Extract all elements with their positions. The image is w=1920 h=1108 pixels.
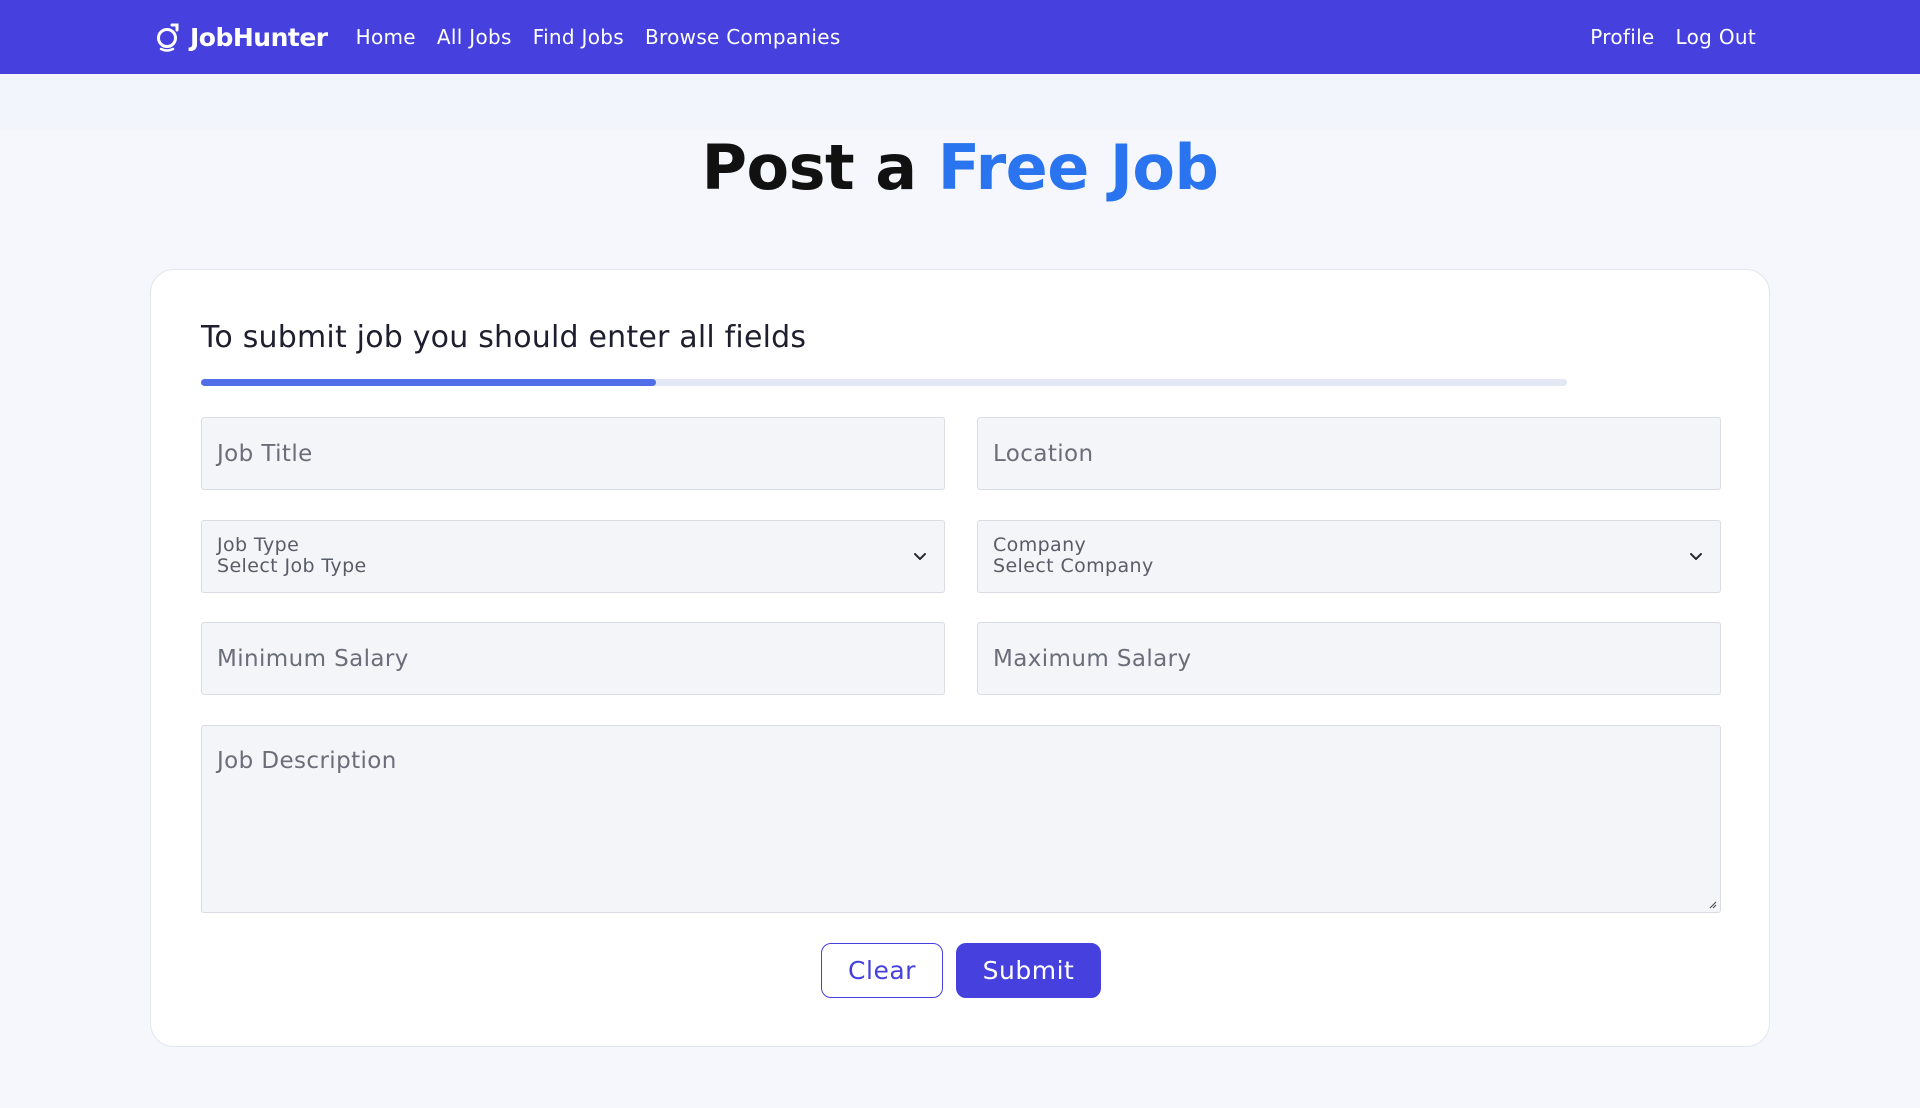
- job-type-label: Job Type: [217, 534, 300, 556]
- chevron-down-icon: [914, 553, 926, 560]
- brand-logo-link[interactable]: JobHunter: [155, 22, 328, 52]
- location-placeholder: Location: [993, 440, 1094, 467]
- location-input[interactable]: Location: [977, 417, 1721, 490]
- maximum-salary-input[interactable]: Maximum Salary: [977, 622, 1721, 695]
- form-progress-fill: [201, 379, 656, 386]
- page-title-accent: Free Job: [937, 131, 1219, 204]
- resize-grip-icon[interactable]: [1707, 899, 1717, 909]
- nav-link-all-jobs[interactable]: All Jobs: [437, 25, 512, 49]
- page-title-prefix: Post a: [701, 131, 938, 204]
- form-instructions: To submit job you should enter all field…: [201, 320, 807, 355]
- minimum-salary-placeholder: Minimum Salary: [217, 645, 409, 672]
- nav-link-find-jobs[interactable]: Find Jobs: [533, 25, 624, 49]
- job-title-input[interactable]: Job Title: [201, 417, 945, 490]
- form-progress-bar: [201, 379, 1567, 386]
- job-title-placeholder: Job Title: [217, 440, 313, 467]
- nav-link-profile[interactable]: Profile: [1590, 25, 1654, 49]
- company-value: Select Company: [993, 555, 1154, 577]
- job-type-value: Select Job Type: [217, 555, 367, 577]
- company-label: Company: [993, 534, 1087, 556]
- job-type-select[interactable]: Job Type Select Job Type: [201, 520, 945, 593]
- top-navbar: JobHunter Home All Jobs Find Jobs Browse…: [0, 0, 1920, 74]
- nav-link-log-out[interactable]: Log Out: [1676, 25, 1756, 49]
- submit-button[interactable]: Submit: [956, 943, 1101, 998]
- job-description-textarea[interactable]: Job Description: [201, 725, 1721, 913]
- nav-links: Home All Jobs Find Jobs Browse Companies: [356, 25, 862, 49]
- job-description-placeholder: Job Description: [217, 748, 397, 774]
- maximum-salary-placeholder: Maximum Salary: [993, 645, 1192, 672]
- clear-button[interactable]: Clear: [821, 943, 943, 998]
- nav-account-links: Profile Log Out: [1569, 25, 1756, 49]
- minimum-salary-input[interactable]: Minimum Salary: [201, 622, 945, 695]
- hero-band: [0, 74, 1920, 130]
- company-select[interactable]: Company Select Company: [977, 520, 1721, 593]
- nav-link-home[interactable]: Home: [356, 25, 416, 49]
- jobhunter-logo-icon: [157, 23, 179, 52]
- chevron-down-icon: [1690, 553, 1702, 560]
- page-title: Post a Free Job: [0, 132, 1920, 204]
- nav-link-browse-companies[interactable]: Browse Companies: [645, 25, 841, 49]
- post-job-form-card: To submit job you should enter all field…: [150, 269, 1770, 1047]
- brand-name: JobHunter: [190, 22, 328, 52]
